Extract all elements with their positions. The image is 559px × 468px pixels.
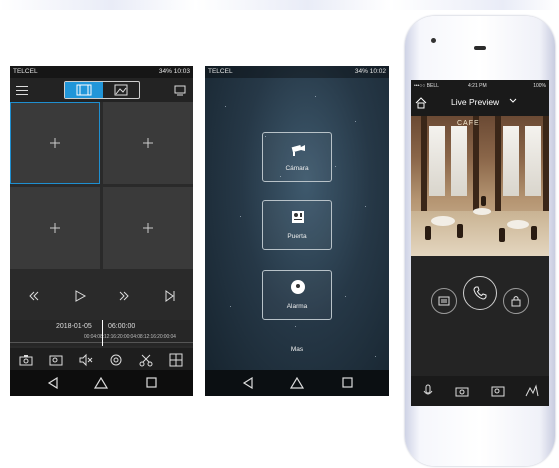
bottom-toolbar (411, 376, 549, 406)
sync-icon[interactable] (108, 352, 124, 368)
top-banner-strip (0, 0, 559, 10)
add-icon (50, 138, 60, 148)
home-icon[interactable] (415, 97, 427, 109)
channel-grid (10, 102, 193, 270)
phone-mockup: •••○○ BELL 4:21 PM 100% Live Preview CAF… (405, 16, 555, 466)
menu-tile-label: Puerta (287, 233, 307, 240)
status-bar: •••○○ BELL 4:21 PM 100% (411, 80, 549, 92)
mute-icon[interactable] (78, 352, 94, 368)
microphone-icon[interactable] (421, 384, 435, 398)
intercom-controls (411, 256, 549, 376)
carrier-label: TELCEL (13, 68, 38, 75)
carrier-label: TELCEL (208, 68, 233, 75)
clock: 10:03 (173, 68, 190, 75)
earpiece-speaker (474, 46, 486, 50)
add-icon (143, 223, 153, 233)
live-preview-header: Live Preview (411, 92, 549, 114)
page-title[interactable]: Live Preview (451, 97, 499, 107)
channel-slot-1[interactable] (10, 102, 100, 184)
chevron-down-icon[interactable] (509, 98, 517, 104)
front-camera (431, 38, 436, 43)
home-icon[interactable] (94, 377, 108, 389)
battery-level: 34% (354, 68, 368, 75)
playback-controls (10, 286, 193, 308)
android-nav-bar (205, 370, 389, 396)
channel-slot-3[interactable] (10, 187, 100, 269)
android-nav-bar (10, 370, 193, 396)
add-icon (50, 223, 60, 233)
channel-slot-4[interactable] (103, 187, 193, 269)
menu-tile-door[interactable]: Puerta (262, 200, 332, 250)
battery-level: 100% (533, 83, 546, 89)
bottom-toolbar (10, 348, 193, 372)
channel-slot-2[interactable] (103, 102, 193, 184)
more-link[interactable]: Mas (205, 346, 389, 353)
clock: 4:21 PM (468, 83, 487, 89)
status-bar: TELCEL 34% 10:03 (10, 66, 193, 78)
battery-level: 34% (158, 68, 172, 75)
back-icon[interactable] (46, 377, 60, 389)
unlock-list-button[interactable] (431, 288, 457, 314)
menu-tile-alarm[interactable]: Alarma (262, 270, 332, 320)
main-menu-screen: TELCEL 34% 10:02 Cámara Puerta Alarma Ma… (205, 66, 389, 396)
picture-mode-tab[interactable] (103, 82, 139, 98)
lock-icon (511, 296, 521, 307)
timeline-time: 06:00:00 (108, 323, 136, 330)
timeline-date: 2018-01-05 (56, 323, 92, 330)
fast-forward-icon[interactable] (116, 288, 132, 304)
device-list-icon[interactable] (174, 84, 186, 96)
add-icon (143, 138, 153, 148)
rewind-icon[interactable] (26, 288, 42, 304)
list-icon (438, 296, 450, 306)
playback-timeline[interactable]: 2018-01-05 06:00:00 00:04:08:12:16:20:00… (10, 320, 193, 346)
signal-icon[interactable] (525, 384, 539, 398)
menu-icon[interactable] (16, 84, 28, 96)
picture-icon (114, 84, 128, 96)
record-icon[interactable] (491, 384, 505, 398)
call-button[interactable] (463, 276, 497, 310)
timeline-cursor[interactable] (102, 320, 103, 346)
clock: 10:02 (369, 68, 386, 75)
alarm-icon (291, 280, 305, 294)
video-mode-tab[interactable] (65, 82, 103, 98)
status-bar: TELCEL 34% 10:02 (205, 66, 389, 78)
recents-icon[interactable] (144, 377, 158, 389)
timeline-ticks: 00:04:08:12:16:20:00:04:08:12:16:20:00:0… (84, 334, 176, 340)
cafe-sign: CAFE (457, 120, 480, 127)
phone-icon (473, 286, 487, 300)
snapshot-icon[interactable] (455, 384, 469, 398)
unlock-button[interactable] (503, 288, 529, 314)
physical-home-button[interactable] (469, 424, 491, 446)
record-icon[interactable] (48, 352, 64, 368)
layout-icon[interactable] (168, 352, 184, 368)
menu-tile-label: Cámara (285, 165, 309, 172)
camera-video-feed[interactable]: CAFE (411, 116, 549, 256)
camera-icon (291, 145, 305, 156)
door-station-icon (292, 211, 304, 223)
back-icon[interactable] (241, 377, 255, 389)
view-mode-toggle[interactable] (64, 81, 140, 99)
carrier-label: •••○○ BELL (414, 83, 439, 89)
live-preview-screen: •••○○ BELL 4:21 PM 100% Live Preview CAF… (411, 80, 549, 406)
play-icon[interactable] (72, 288, 88, 304)
next-frame-icon[interactable] (162, 288, 178, 304)
film-icon (76, 84, 92, 96)
recents-icon[interactable] (340, 377, 354, 389)
menu-tile-camera[interactable]: Cámara (262, 132, 332, 182)
home-icon[interactable] (290, 377, 304, 389)
top-toolbar (10, 78, 193, 102)
playback-screen: TELCEL 34% 10:03 2018-01-05 06:00:00 00:… (10, 66, 193, 396)
snapshot-icon[interactable] (18, 352, 34, 368)
clip-icon[interactable] (138, 352, 154, 368)
menu-tile-label: Alarma (286, 303, 308, 310)
